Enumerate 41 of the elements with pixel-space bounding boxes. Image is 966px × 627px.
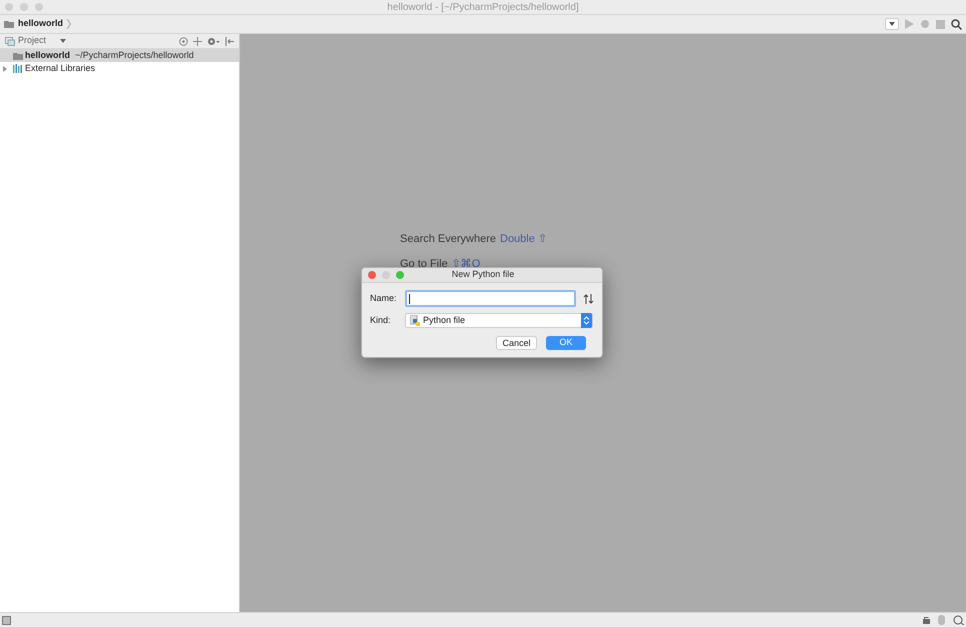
name-field[interactable] bbox=[405, 290, 576, 307]
field-label: Kind: bbox=[370, 314, 392, 327]
tree-label: helloworld bbox=[25, 48, 70, 62]
stepper-icon bbox=[581, 313, 592, 328]
hint-label: Go to File bbox=[400, 256, 448, 272]
sort-icon[interactable] bbox=[583, 294, 594, 304]
settings-icon[interactable] bbox=[207, 36, 220, 46]
hint-shortcut: ⇧⌘O bbox=[452, 256, 480, 270]
inspector-icon[interactable] bbox=[953, 615, 964, 625]
hide-panel-icon[interactable] bbox=[225, 36, 234, 46]
tree-path: ~/PycharmProjects/helloworld bbox=[75, 48, 194, 62]
tree-row[interactable]: helloworld ~/PycharmProjects/helloworld bbox=[0, 49, 239, 62]
cancel-button[interactable]: Cancel bbox=[496, 336, 537, 350]
stop-icon[interactable] bbox=[936, 20, 945, 28]
tool-window-icon[interactable] bbox=[2, 616, 11, 624]
collapse-icon[interactable] bbox=[193, 36, 202, 46]
expand-arrow-icon[interactable] bbox=[2, 66, 8, 72]
folder-icon bbox=[4, 20, 14, 28]
kind-dropdown[interactable]: Python file bbox=[405, 313, 593, 328]
breadcrumb-item[interactable]: helloworld bbox=[18, 17, 63, 31]
project-view-icon bbox=[5, 36, 15, 46]
library-icon bbox=[13, 64, 24, 73]
hint-label: Search Everywhere bbox=[400, 232, 496, 247]
target-icon[interactable] bbox=[179, 36, 188, 46]
dialog-title: New Python file bbox=[450, 268, 516, 282]
caret-icon bbox=[889, 22, 895, 26]
tree-label: External Libraries bbox=[25, 62, 96, 75]
close-dialog-button[interactable] bbox=[368, 271, 376, 279]
run-icon[interactable] bbox=[905, 19, 914, 29]
panel-title[interactable]: Project bbox=[18, 34, 58, 48]
hint-shortcut: Double ⇧ bbox=[500, 232, 547, 247]
window-title: helloworld - [~/PycharmProjects/helloworld] bbox=[386, 0, 580, 14]
zoom-dialog-button[interactable] bbox=[396, 271, 404, 279]
python-file-icon bbox=[410, 315, 420, 326]
chevron-icon bbox=[67, 19, 71, 29]
caret-icon[interactable] bbox=[60, 39, 66, 43]
lock-icon[interactable] bbox=[923, 616, 930, 624]
field-label: Name: bbox=[370, 292, 398, 305]
dropdown-button[interactable] bbox=[885, 18, 899, 30]
folder-icon bbox=[13, 52, 23, 60]
search-icon[interactable] bbox=[951, 18, 962, 30]
